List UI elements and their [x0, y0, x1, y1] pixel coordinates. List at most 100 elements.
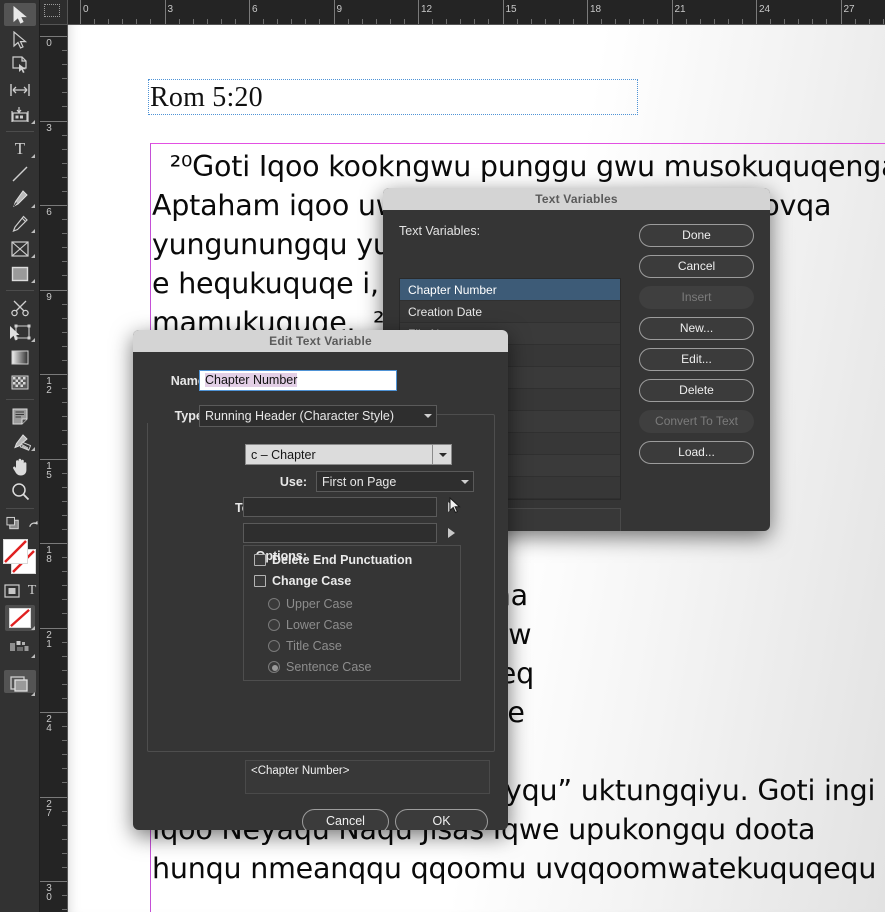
ruler-minor-tick — [62, 275, 67, 277]
gradient-feather-tool[interactable] — [0, 370, 40, 395]
load-button[interactable]: Load... — [639, 441, 754, 464]
ruler-minor-tick — [277, 19, 279, 24]
change-case-label: Change Case — [272, 574, 352, 588]
eyedropper-tool[interactable] — [0, 429, 40, 454]
cancel-button[interactable]: Cancel — [639, 255, 754, 278]
ruler-label: 21 — [674, 4, 686, 15]
content-collector-tool[interactable] — [0, 102, 40, 127]
tool-flyout-corner-icon — [31, 338, 35, 342]
gap-tool[interactable] — [0, 77, 40, 102]
fill-stroke-mini-swatches[interactable] — [0, 513, 40, 535]
ruler-minor-tick — [62, 838, 67, 840]
type-tool[interactable]: T — [0, 136, 40, 161]
pencil-tool[interactable] — [0, 211, 40, 236]
fill-swatch-none[interactable] — [3, 539, 28, 564]
tool-flyout-corner-icon — [31, 279, 35, 283]
name-label: Name: — [170, 374, 209, 388]
ruler-minor-tick — [375, 19, 377, 24]
done-button[interactable]: Done — [639, 224, 754, 247]
ruler-minor-tick — [62, 514, 67, 516]
ruler-major-tick — [40, 289, 67, 291]
screen-mode-button[interactable] — [0, 633, 40, 661]
ruler-label: 6 — [46, 207, 52, 218]
hand-tool[interactable] — [0, 454, 40, 479]
ruler-minor-tick — [62, 219, 67, 221]
ruler-label: 9 — [46, 291, 52, 303]
ruler-label: 9 — [336, 4, 343, 15]
ruler-major-tick — [249, 0, 250, 24]
ruler-minor-tick — [488, 19, 490, 24]
ruler-minor-tick — [62, 317, 67, 319]
gradient-swatch-tool[interactable] — [0, 345, 40, 370]
ruler-origin-handle-icon[interactable] — [44, 4, 60, 17]
ruler-minor-tick — [727, 19, 729, 24]
direct-selection-tool[interactable] — [0, 27, 40, 52]
tools-panel[interactable]: T T — [0, 0, 40, 912]
use-label: Use: — [279, 475, 307, 489]
horizontal-ruler[interactable]: 0 3 6 9 12 15 18 21 24 27 — [68, 0, 885, 25]
insert-button: Insert — [639, 286, 754, 309]
body-text-line: hunqu nmeanqqu qqoomu uvqqoomwatekuquqeq… — [152, 852, 877, 885]
ruler-minor-tick — [62, 345, 67, 347]
page-tool[interactable] — [0, 52, 40, 77]
tool-flyout-corner-icon — [31, 654, 35, 658]
line-tool[interactable] — [0, 161, 40, 186]
style-dropdown[interactable]: c – Chapter — [245, 444, 452, 465]
ruler-minor-tick — [868, 19, 870, 24]
preview-box: <Chapter Number> — [245, 760, 490, 794]
formatting-affects-toggle[interactable]: T — [0, 579, 40, 603]
lower-case-label: Lower Case — [286, 618, 353, 632]
new-button[interactable]: New... — [639, 317, 754, 340]
cancel-button[interactable]: Cancel — [302, 809, 389, 830]
text-variable-list-item[interactable]: Creation Date — [400, 301, 620, 323]
use-dropdown[interactable]: First on Page — [316, 471, 474, 492]
ruler-minor-tick — [62, 190, 67, 192]
fill-and-stroke-swatches[interactable] — [0, 535, 40, 579]
text-variables-dialog-title: Text Variables — [383, 188, 770, 210]
pen-tool[interactable] — [0, 186, 40, 211]
ruler-major-tick — [40, 881, 67, 882]
rectangle-tool[interactable] — [0, 261, 40, 286]
type-dropdown[interactable]: Running Header (Character Style) — [199, 405, 437, 427]
ruler-minor-tick — [62, 134, 67, 136]
text-after-field[interactable] — [243, 523, 437, 543]
scissors-tool[interactable] — [0, 295, 40, 320]
ruler-label: 3 — [167, 4, 174, 15]
view-mode-button[interactable] — [0, 669, 40, 699]
ok-button[interactable]: OK — [395, 809, 488, 830]
text-variable-list-item[interactable]: Chapter Number — [400, 279, 620, 301]
ruler-minor-tick — [629, 19, 631, 24]
delete-end-punctuation-checkbox[interactable] — [254, 554, 266, 566]
ruler-minor-tick — [178, 19, 180, 24]
chevron-down-icon — [439, 452, 447, 457]
name-field[interactable]: Chapter Number — [199, 370, 397, 391]
frame-tool[interactable] — [0, 236, 40, 261]
ruler-major-tick — [80, 0, 81, 24]
edit-button[interactable]: Edit... — [639, 348, 754, 371]
dropdown-separator — [432, 445, 433, 464]
ruler-minor-tick — [615, 19, 617, 24]
note-tool[interactable] — [0, 404, 40, 429]
selection-tool[interactable] — [0, 2, 40, 27]
tool-flyout-corner-icon — [31, 120, 35, 124]
edit-text-variable-dialog[interactable]: Edit Text Variable Name: Chapter Number … — [133, 330, 508, 830]
ruler-major-tick — [587, 0, 588, 24]
free-transform-tool[interactable] — [0, 320, 40, 345]
change-case-checkbox[interactable] — [254, 575, 266, 587]
text-after-special-chars-icon[interactable] — [448, 528, 455, 538]
ruler-minor-tick — [432, 19, 434, 24]
ruler-major-tick — [333, 0, 335, 24]
vertical-ruler[interactable]: 0 3 6 9 12 15 18 21 24 27 30 — [40, 25, 68, 912]
ruler-major-tick — [756, 0, 757, 24]
ruler-minor-tick — [784, 19, 786, 24]
ruler-minor-tick — [601, 19, 603, 24]
delete-button[interactable]: Delete — [639, 379, 754, 402]
ruler-label: 15 — [46, 460, 52, 481]
apply-none-button[interactable] — [0, 603, 40, 633]
ruler-origin-corner[interactable] — [40, 0, 68, 25]
zoom-tool[interactable] — [0, 479, 40, 504]
text-before-field[interactable] — [243, 497, 437, 517]
tool-flyout-corner-icon — [31, 447, 35, 451]
sentence-case-label: Sentence Case — [286, 660, 372, 674]
formatting-affects-text-icon[interactable]: T — [28, 584, 37, 598]
